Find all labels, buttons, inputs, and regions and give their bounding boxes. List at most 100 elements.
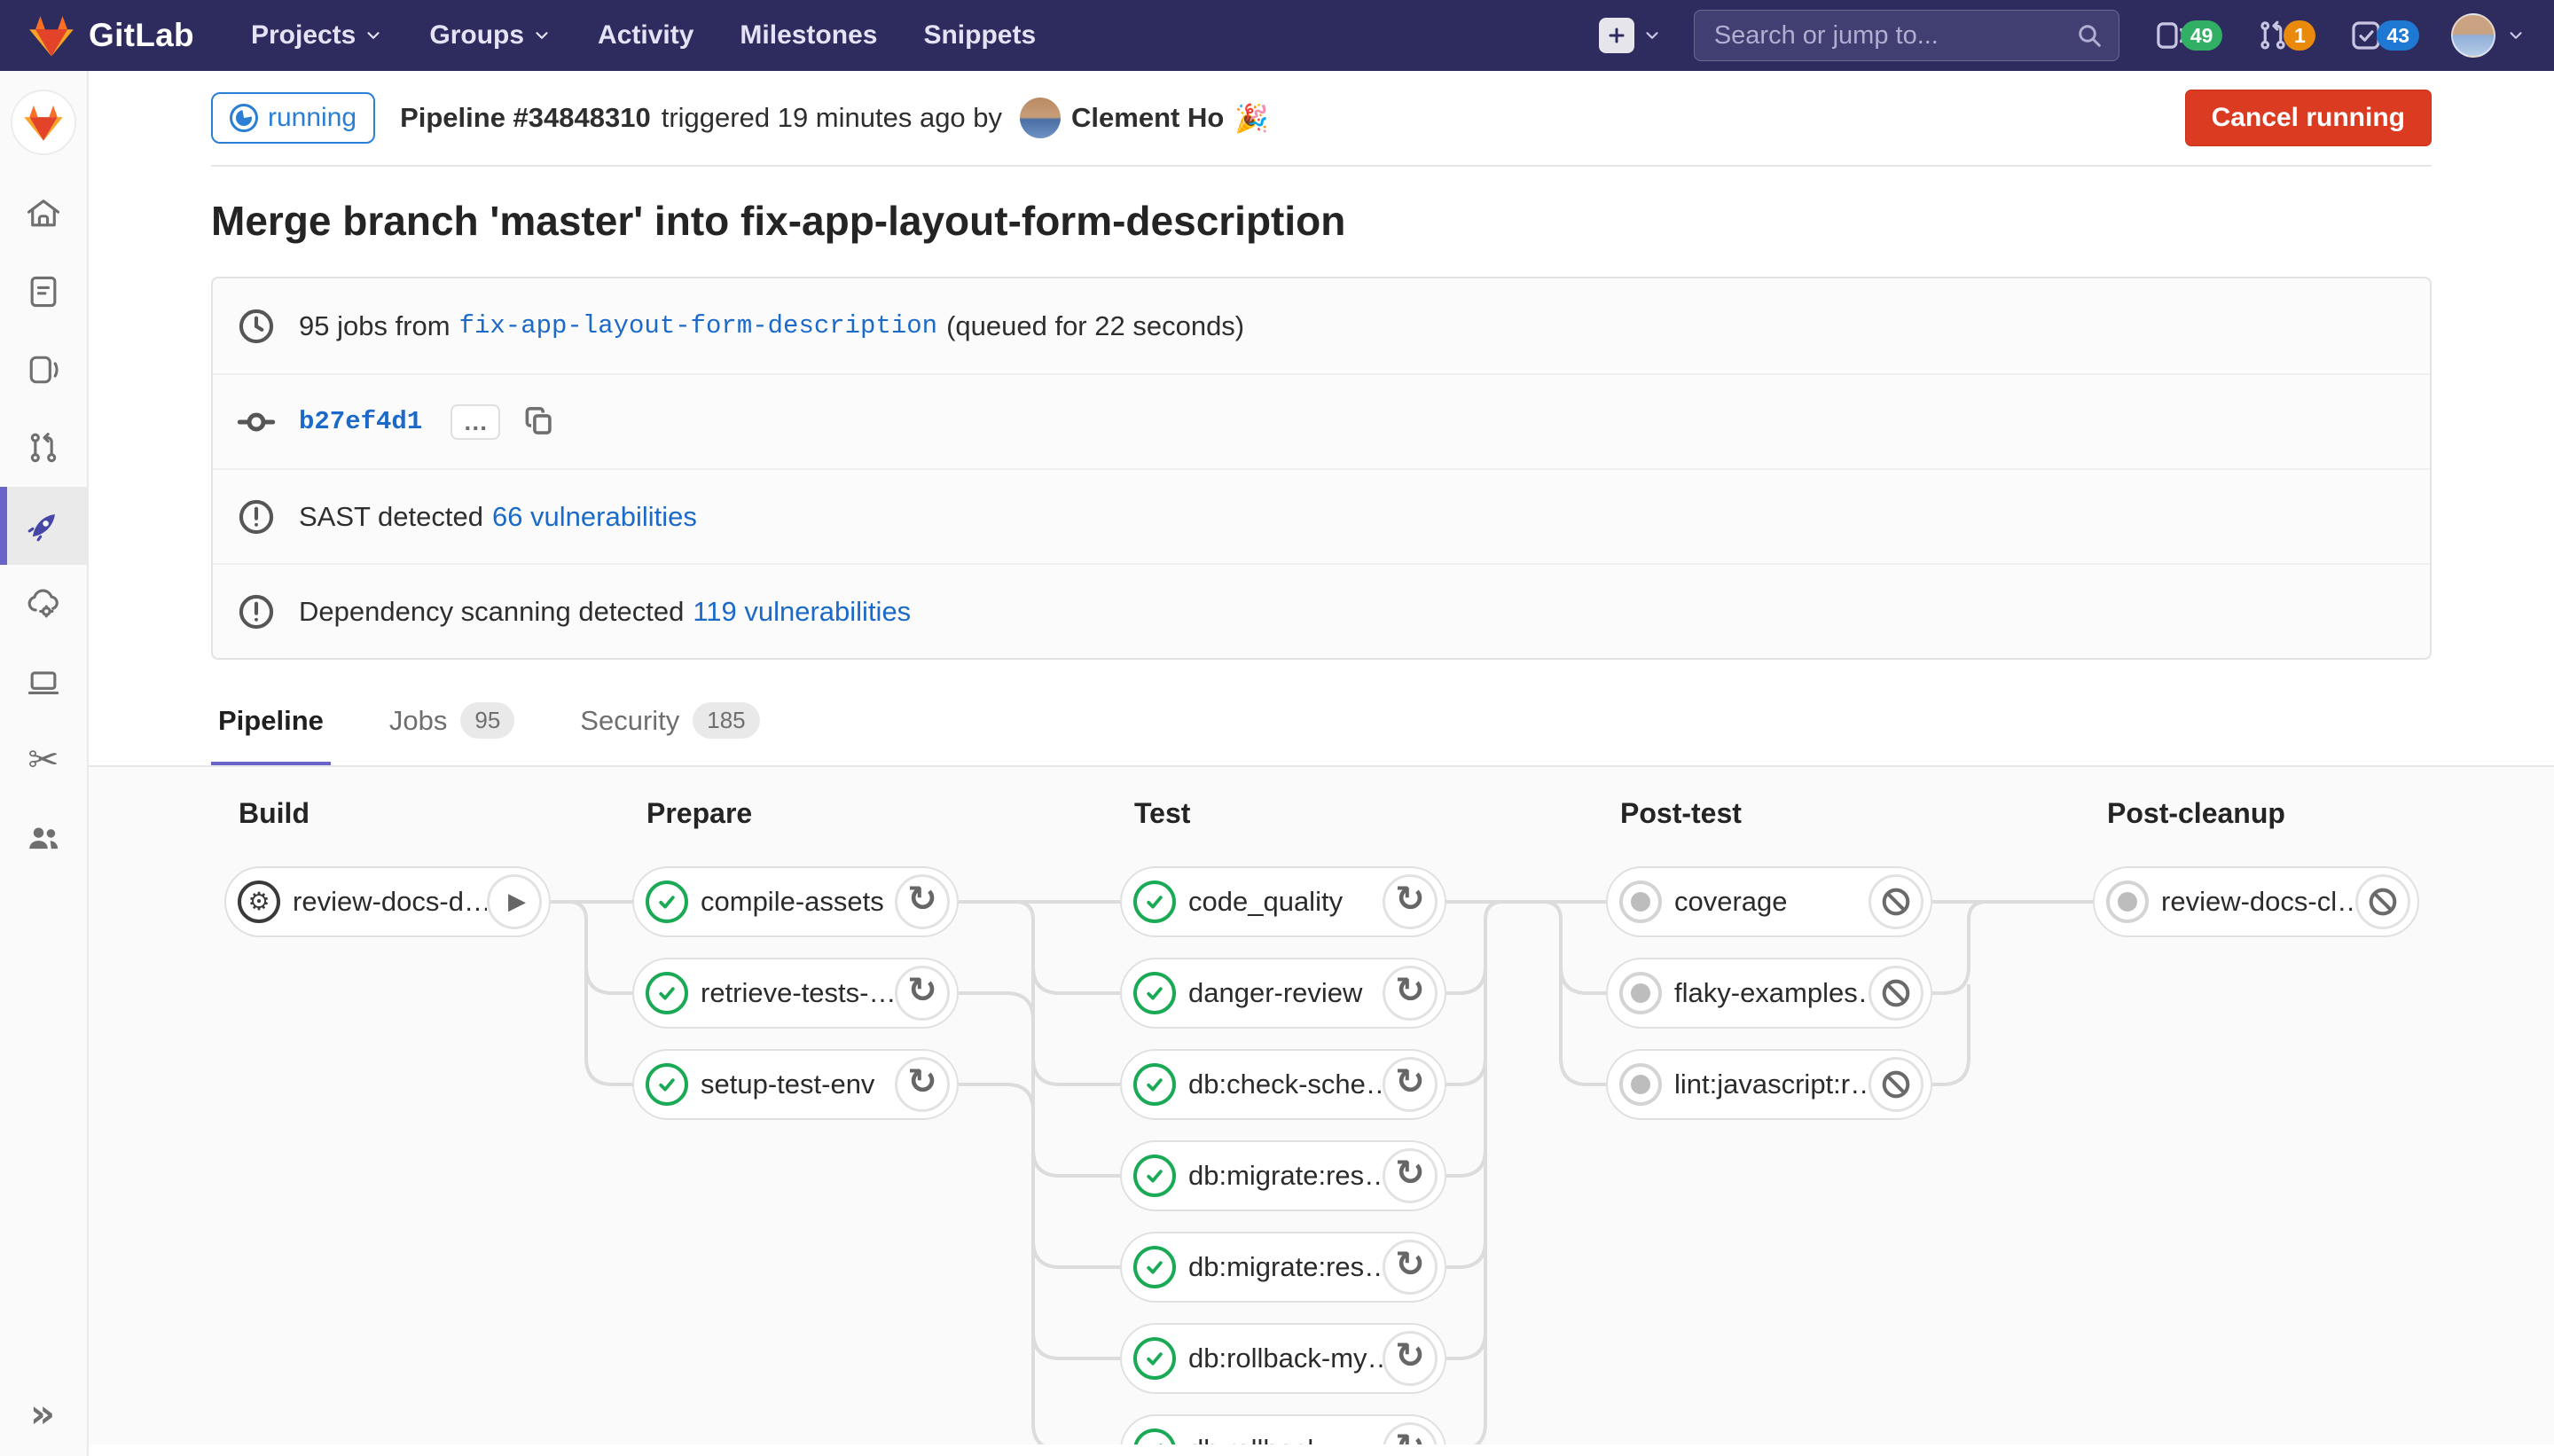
- job-label: coverage: [1662, 886, 1868, 918]
- job-pill[interactable]: review-docs-cl…: [2093, 866, 2419, 937]
- sidebar-item-snippets[interactable]: ✂: [0, 721, 87, 799]
- job-pill[interactable]: retrieve-tests-…↻: [632, 958, 959, 1029]
- status-success-icon: [1133, 1337, 1176, 1380]
- user-avatar: [2451, 13, 2495, 58]
- nav-snippets[interactable]: Snippets: [923, 20, 1036, 51]
- file-icon: [24, 272, 63, 311]
- gitlab-logo-icon: [28, 14, 74, 58]
- project-avatar[interactable]: [11, 90, 76, 155]
- retry-job-button[interactable]: ↻: [1383, 1148, 1438, 1203]
- pipeline-tabs: Pipeline Jobs95 Security185: [211, 702, 2432, 765]
- user-menu-button[interactable]: [2451, 13, 2526, 58]
- search-input[interactable]: [1694, 10, 2119, 61]
- cancel-job-button[interactable]: [1868, 874, 1923, 929]
- job-pill[interactable]: lint:javascript:r…: [1606, 1049, 1932, 1120]
- job-label: db:migrate:res…: [1176, 1251, 1383, 1283]
- search-box: [1694, 10, 2119, 61]
- stage-header: Test: [1134, 797, 1190, 830]
- job-pill[interactable]: danger-review↻: [1120, 958, 1446, 1029]
- gitlab-home-link[interactable]: GitLab: [28, 14, 194, 58]
- new-menu-button[interactable]: [1599, 18, 1662, 53]
- cancel-job-button[interactable]: [1868, 1057, 1923, 1112]
- branch-link[interactable]: fix-app-layout-form-description: [459, 311, 938, 341]
- todos-counter-button[interactable]: 43: [2347, 17, 2419, 54]
- job-pill[interactable]: setup-test-env↻: [632, 1049, 959, 1120]
- tanuki-icon: [23, 104, 64, 142]
- main-content: running Pipeline #34848310 triggered 19 …: [89, 71, 2554, 1456]
- author-name[interactable]: Clement Ho: [1071, 102, 1224, 134]
- cancel-job-button[interactable]: [2355, 874, 2410, 929]
- sidebar-item-repository[interactable]: [0, 253, 87, 331]
- stage-header: Build: [239, 797, 309, 830]
- jobs-info-row: 95 jobs from fix-app-layout-form-descrip…: [213, 278, 2430, 373]
- people-icon: [24, 818, 63, 857]
- sast-vulnerabilities-link[interactable]: 66 vulnerabilities: [492, 501, 697, 533]
- dependency-vulnerabilities-link[interactable]: 119 vulnerabilities: [693, 596, 911, 628]
- stage-header: Prepare: [646, 797, 752, 830]
- nav-milestones[interactable]: Milestones: [740, 20, 877, 51]
- sidebar-item-registry[interactable]: [0, 643, 87, 721]
- author-emoji: 🎉: [1234, 102, 1269, 135]
- job-pill[interactable]: db:rollback-…↻: [1120, 1414, 1446, 1444]
- sidebar-collapse-button[interactable]: »: [0, 1382, 85, 1445]
- tab-jobs[interactable]: Jobs95: [382, 702, 521, 765]
- retry-job-button[interactable]: ↻: [1383, 874, 1438, 929]
- sidebar-item-merge-requests[interactable]: [0, 409, 87, 487]
- issues-icon: [24, 350, 63, 389]
- play-job-button[interactable]: ▶: [487, 874, 542, 929]
- sast-info-row: SAST detected 66 vulnerabilities: [213, 468, 2430, 563]
- job-label: lint:javascript:r…: [1662, 1069, 1868, 1100]
- chevron-down-icon: [532, 26, 552, 45]
- retry-job-button[interactable]: ↻: [1383, 1240, 1438, 1295]
- job-pill[interactable]: code_quality↻: [1120, 866, 1446, 937]
- job-pill[interactable]: db:check-sche…↻: [1120, 1049, 1446, 1120]
- author-avatar[interactable]: [1020, 98, 1061, 138]
- issues-count-badge: 49: [2181, 20, 2223, 51]
- chevron-down-icon: [2506, 26, 2526, 45]
- retry-job-button[interactable]: ↻: [895, 966, 950, 1021]
- retry-job-button[interactable]: ↻: [1383, 1057, 1438, 1112]
- tab-security[interactable]: Security185: [573, 702, 766, 765]
- status-success-icon: [1133, 1063, 1176, 1106]
- pipeline-status-badge: running: [211, 92, 375, 144]
- retry-job-button[interactable]: ↻: [895, 1057, 950, 1112]
- running-spinner-icon: [230, 104, 258, 132]
- queued-text: (queued for 22 seconds): [946, 310, 1244, 342]
- tab-pipeline[interactable]: Pipeline: [211, 702, 331, 765]
- copy-icon: [524, 405, 554, 435]
- sidebar-item-issues[interactable]: [0, 331, 87, 409]
- job-pill[interactable]: db:rollback-my…↻: [1120, 1323, 1446, 1394]
- retry-job-button[interactable]: ↻: [1383, 966, 1438, 1021]
- cloud-gear-icon: [24, 584, 63, 623]
- merge-requests-counter-button[interactable]: 1: [2254, 17, 2315, 54]
- home-icon: [24, 194, 63, 233]
- cancel-job-button[interactable]: [1868, 966, 1923, 1021]
- job-pill[interactable]: ⚙review-docs-d…▶: [224, 866, 551, 937]
- nav-activity[interactable]: Activity: [598, 20, 693, 51]
- retry-job-button[interactable]: ↻: [1383, 1331, 1438, 1386]
- commit-sha-link[interactable]: b27ef4d1: [299, 407, 422, 436]
- job-pill[interactable]: db:migrate:res…↻: [1120, 1140, 1446, 1211]
- sidebar-item-operations[interactable]: [0, 565, 87, 643]
- retry-job-button[interactable]: ↻: [1383, 1422, 1438, 1444]
- job-pill[interactable]: flaky-examples…: [1606, 958, 1932, 1029]
- nav-groups[interactable]: Groups: [429, 20, 552, 51]
- cancel-running-button[interactable]: Cancel running: [2185, 90, 2432, 146]
- issues-counter-button[interactable]: 49: [2151, 17, 2223, 54]
- job-pill[interactable]: db:migrate:res…↻: [1120, 1232, 1446, 1303]
- job-pill[interactable]: coverage: [1606, 866, 1932, 937]
- nav-projects[interactable]: Projects: [251, 20, 383, 51]
- sidebar-item-ci-cd[interactable]: [0, 487, 87, 565]
- job-label: compile-assets: [688, 886, 895, 918]
- sidebar-item-project-overview[interactable]: [0, 175, 87, 253]
- copy-sha-button[interactable]: [521, 404, 557, 440]
- jobs-count-text: 95 jobs from: [299, 310, 450, 342]
- plus-icon: [1599, 18, 1634, 53]
- project-sidebar: ✂ »: [0, 71, 89, 1456]
- retry-job-button[interactable]: ↻: [895, 874, 950, 929]
- job-label: flaky-examples…: [1662, 977, 1868, 1009]
- top-navbar: GitLab Projects Groups Activity Mileston…: [0, 0, 2554, 71]
- commit-expand-button[interactable]: …: [450, 404, 500, 440]
- sidebar-item-members[interactable]: [0, 799, 87, 877]
- job-pill[interactable]: compile-assets↻: [632, 866, 959, 937]
